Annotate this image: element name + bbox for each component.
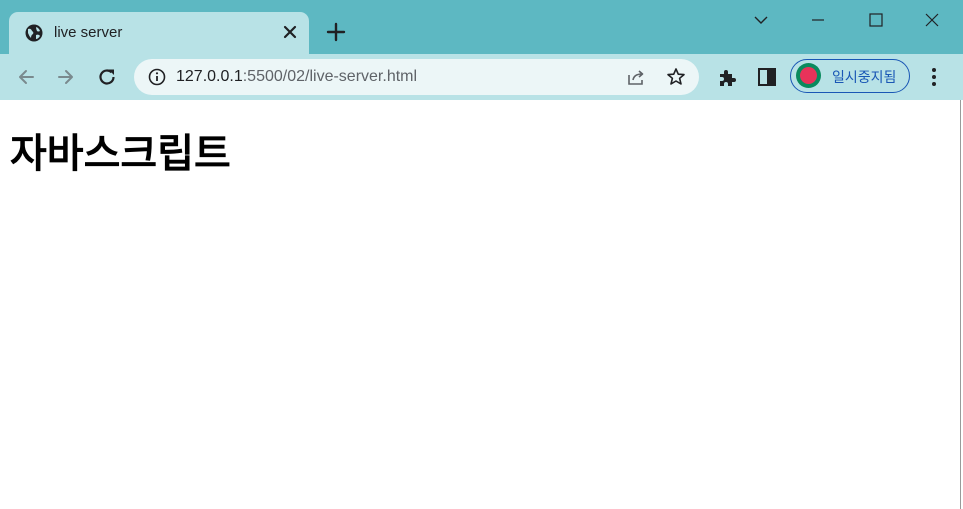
side-panel-icon[interactable]	[756, 66, 778, 88]
reload-icon[interactable]	[96, 66, 118, 88]
share-icon[interactable]	[626, 67, 646, 87]
url-path: :5500/02/live-server.html	[242, 68, 418, 85]
page-heading: 자바스크립트	[10, 131, 231, 177]
new-tab-icon[interactable]	[326, 22, 346, 42]
url-text[interactable]: 127.0.0.1:5500/02/live-server.html	[176, 68, 417, 86]
info-icon[interactable]	[148, 68, 166, 86]
minimize-icon[interactable]	[808, 10, 828, 30]
close-window-icon[interactable]	[922, 10, 942, 30]
tab-live-server[interactable]: live server	[9, 12, 309, 54]
address-bar[interactable]: 127.0.0.1:5500/02/live-server.html	[134, 59, 699, 95]
page-content: 자바스크립트	[0, 100, 963, 509]
close-icon[interactable]	[281, 23, 299, 41]
tab-title: live server	[54, 24, 123, 41]
profile-status-label: 일시중지됨	[832, 70, 897, 86]
globe-icon	[25, 24, 43, 42]
forward-arrow-icon[interactable]	[55, 66, 77, 88]
avatar	[796, 63, 821, 88]
more-menu-icon[interactable]	[924, 66, 944, 88]
url-host: 127.0.0.1	[176, 68, 243, 85]
profile-button[interactable]: 일시중지됨	[790, 59, 910, 93]
maximize-icon[interactable]	[866, 10, 886, 30]
window-edge	[960, 100, 961, 509]
title-bar: live server	[0, 0, 963, 54]
chevron-down-icon[interactable]	[751, 10, 771, 30]
star-icon[interactable]	[666, 67, 686, 87]
browser-toolbar: 127.0.0.1:5500/02/live-server.html 일시중지됨	[0, 54, 963, 100]
back-arrow-icon[interactable]	[15, 66, 37, 88]
extensions-icon[interactable]	[716, 66, 738, 88]
